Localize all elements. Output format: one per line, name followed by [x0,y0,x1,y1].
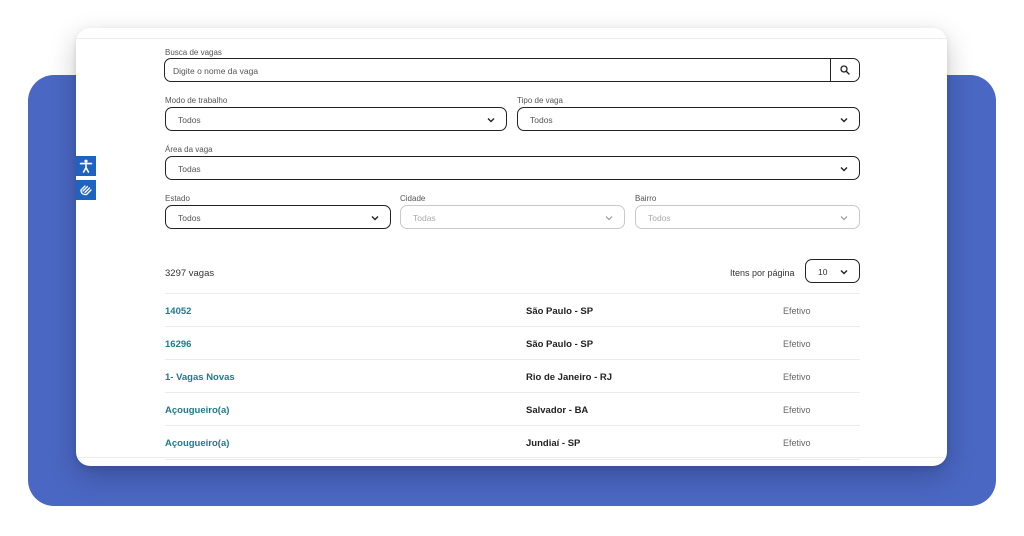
sign-language-button[interactable] [76,180,96,200]
sign-language-icon [80,185,92,196]
job-type: Efetivo [783,405,811,415]
items-per-page-select[interactable]: 10 [805,259,860,283]
job-type-select[interactable]: Todos [517,107,860,131]
job-search-form: Busca de vagas Digite o nome da vaga Mod… [76,38,947,460]
chevron-down-icon [840,167,848,172]
chevron-down-icon [840,270,848,275]
results-count: 3297 vagas [165,268,215,279]
accessibility-icon [79,159,93,173]
area-select[interactable]: Todas [165,156,860,180]
job-row[interactable]: 14052 São Paulo - SP Efetivo [165,293,860,327]
state-select[interactable]: Todos [165,205,391,229]
state-value: Todos [178,213,201,223]
accessibility-button[interactable] [76,156,96,176]
job-type: Efetivo [783,306,811,316]
chevron-down-icon [840,216,848,221]
area-label: Área da vaga [165,145,213,154]
items-per-page-label: Itens por página [730,268,795,278]
search-button[interactable] [830,59,859,81]
job-type-label: Tipo de vaga [517,96,563,105]
search-label: Busca de vagas [165,48,222,57]
chevron-down-icon [487,118,495,123]
search-icon [840,65,850,75]
job-title-link[interactable]: Açougueiro(a) [165,405,229,416]
neighborhood-label: Bairro [635,194,657,203]
job-row[interactable]: Açougueiro(a) Jundiaí - SP Efetivo [165,425,860,460]
job-title-link[interactable]: 14052 [165,306,191,317]
city-select[interactable]: Todas [400,205,625,229]
job-location: Rio de Janeiro - RJ [526,372,613,383]
neighborhood-select[interactable]: Todos [635,205,860,229]
job-row[interactable]: Açougueiro(a) Salvador - BA Efetivo [165,392,860,426]
job-location: Jundiaí - SP [526,438,581,449]
work-mode-value: Todos [178,115,201,125]
job-type: Efetivo [783,339,811,349]
chevron-down-icon [371,216,379,221]
job-type-value: Todos [530,115,553,125]
job-row[interactable]: 16296 São Paulo - SP Efetivo [165,326,860,360]
chevron-down-icon [840,118,848,123]
job-title-link[interactable]: 1- Vagas Novas [165,372,235,383]
job-location: São Paulo - SP [526,306,594,317]
city-value: Todas [413,213,436,223]
job-title-link[interactable]: 16296 [165,339,191,350]
chevron-down-icon [605,216,613,221]
search-placeholder: Digite o nome da vaga [173,66,259,76]
neighborhood-value: Todos [648,213,671,223]
job-type: Efetivo [783,372,811,382]
search-input[interactable]: Digite o nome da vaga [164,58,860,82]
work-mode-select[interactable]: Todos [165,107,507,131]
job-type: Efetivo [783,438,811,448]
job-location: Salvador - BA [526,405,589,416]
job-row[interactable]: 1- Vagas Novas Rio de Janeiro - RJ Efeti… [165,359,860,393]
items-per-page-value: 10 [818,267,828,277]
state-label: Estado [165,194,190,203]
work-mode-label: Modo de trabalho [165,96,228,105]
job-title-link[interactable]: Açougueiro(a) [165,438,229,449]
job-search-card: Busca de vagas Digite o nome da vaga Mod… [76,28,947,466]
city-label: Cidade [400,194,426,203]
area-value: Todas [178,164,201,174]
job-location: São Paulo - SP [526,339,594,350]
